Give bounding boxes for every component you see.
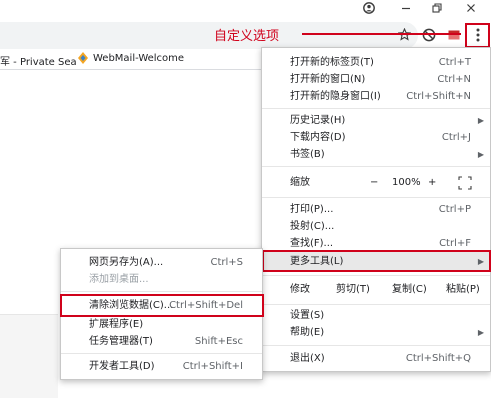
annotation-label: 自定义选项: [214, 29, 280, 44]
cut-button[interactable]: 剪切(T): [336, 280, 370, 300]
menu-item-help[interactable]: 帮助(E) ▶: [262, 324, 490, 341]
menu-item-new-window[interactable]: 打开新的窗口(N) Ctrl+N: [262, 71, 490, 88]
zoom-in-button[interactable]: +: [428, 173, 436, 193]
chrome-main-menu: 打开新的标签页(T) Ctrl+T 打开新的窗口(N) Ctrl+N 打开新的隐…: [261, 47, 491, 372]
address-bar[interactable]: [0, 22, 418, 49]
bookmark-private-search[interactable]: 军 - Private Sea: [0, 53, 77, 68]
star-icon[interactable]: [396, 27, 412, 44]
menu-separator: [262, 108, 490, 109]
submenu-item-dev-tools[interactable]: 开发者工具(D) Ctrl+Shift+I: [61, 358, 262, 375]
menu-item-bookmarks[interactable]: 书签(B) ▶: [262, 146, 490, 163]
annotation-pointer: [302, 33, 461, 35]
menu-separator: [262, 304, 490, 305]
zoom-level: 100%: [392, 177, 421, 188]
submenu-item-save-page[interactable]: 网页另存为(A)... Ctrl+S: [61, 254, 262, 271]
webmail-diamond-icon: [77, 51, 89, 68]
bookmark-webmail[interactable]: WebMail-Welcome: [93, 53, 184, 64]
menu-separator: [262, 275, 490, 276]
menu-item-print[interactable]: 打印(P)... Ctrl+P: [262, 201, 490, 218]
menu-separator: [61, 353, 262, 354]
submenu-item-add-desktop: 添加到桌面...: [89, 274, 149, 285]
minimize-icon[interactable]: [399, 2, 413, 16]
submenu-item-extensions[interactable]: 扩展程序(E): [61, 316, 262, 333]
app-icon[interactable]: [446, 29, 462, 45]
window-titlebar: [0, 0, 491, 18]
more-tools-highlight-box: [262, 250, 491, 272]
menu-separator: [262, 345, 490, 346]
menu-item-settings[interactable]: 设置(S): [262, 307, 490, 324]
menu-item-history[interactable]: 历史记录(H) ▶: [262, 112, 490, 129]
menu-item-edit: 修改 剪切(T) 复制(C) 粘贴(P): [262, 280, 490, 300]
three-dot-menu-icon[interactable]: [470, 27, 486, 43]
menu-item-cast[interactable]: 投射(C)...: [262, 218, 490, 235]
menu-item-downloads[interactable]: 下载内容(D) Ctrl+J: [262, 129, 490, 146]
fullscreen-icon[interactable]: [458, 176, 472, 198]
menu-separator: [262, 166, 490, 167]
zoom-out-button[interactable]: −: [370, 173, 378, 193]
menu-item-exit[interactable]: 退出(X) Ctrl+Shift+Q: [262, 350, 490, 367]
submenu-item-task-manager[interactable]: 任务管理器(T) Shift+Esc: [61, 333, 262, 350]
copy-button[interactable]: 复制(C): [392, 280, 427, 300]
menu-item-incognito[interactable]: 打开新的隐身窗口(I) Ctrl+Shift+N: [262, 88, 490, 105]
restore-icon[interactable]: [430, 2, 444, 16]
menu-item-new-tab[interactable]: 打开新的标签页(T) Ctrl+T: [262, 54, 490, 71]
clear-data-highlight-box: [60, 294, 264, 317]
account-icon[interactable]: [362, 2, 376, 16]
menu-item-zoom: 缩放 − 100% +: [262, 173, 490, 193]
submenu-arrow-icon: ▶: [477, 150, 484, 159]
extension-icon[interactable]: [421, 28, 437, 44]
menu-separator: [262, 197, 490, 198]
page-panel: [0, 315, 58, 398]
submenu-arrow-icon: ▶: [477, 116, 484, 125]
paste-button[interactable]: 粘贴(P): [446, 280, 480, 300]
menu-separator: [61, 291, 262, 292]
submenu-arrow-icon: ▶: [477, 328, 484, 337]
close-icon[interactable]: [464, 2, 478, 16]
